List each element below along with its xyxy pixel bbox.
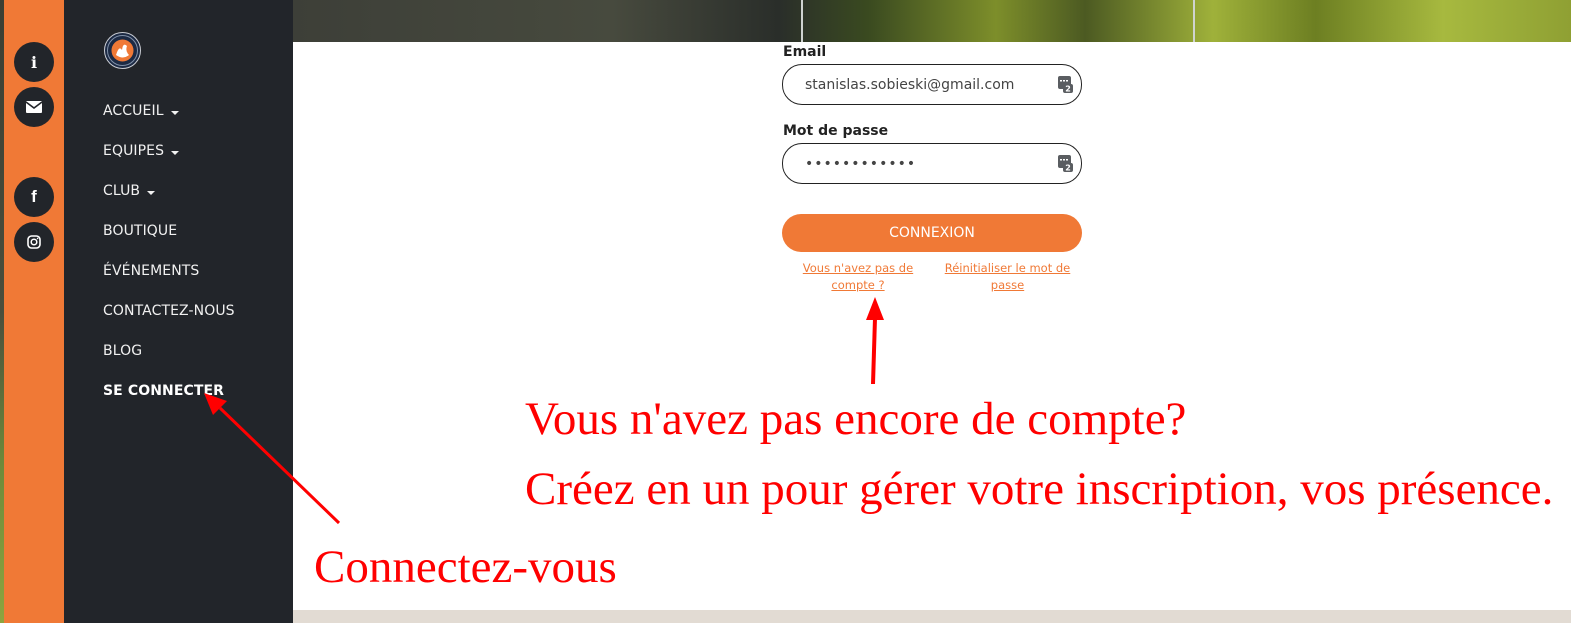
nav-label: ACCUEIL bbox=[103, 103, 164, 119]
social-rail: i f bbox=[4, 0, 64, 623]
nav-label: SE CONNECTER bbox=[103, 383, 225, 399]
instagram-icon bbox=[27, 235, 41, 249]
svg-text:2: 2 bbox=[1065, 85, 1071, 94]
nav-item-evenements[interactable]: ÉVÉNEMENTS bbox=[103, 260, 235, 300]
instagram-button[interactable] bbox=[14, 222, 54, 262]
connexion-button[interactable]: CONNEXION bbox=[782, 214, 1082, 252]
password-manager-icon[interactable]: 2 bbox=[1058, 155, 1073, 172]
email-label: Email bbox=[783, 44, 827, 60]
caret-down-icon bbox=[170, 111, 179, 115]
login-form: Email 2 Mot de passe 2 bbox=[782, 42, 1082, 184]
nav-item-blog[interactable]: BLOG bbox=[103, 340, 235, 380]
main-nav: ACCUEIL EQUIPES CLUB BOUTIQUE ÉVÉNEMENTS… bbox=[103, 100, 235, 420]
password-input[interactable] bbox=[803, 154, 1057, 173]
facebook-icon: f bbox=[31, 187, 37, 206]
annotation-connect: Connectez-vous bbox=[314, 541, 617, 593]
nav-label: ÉVÉNEMENTS bbox=[103, 263, 200, 279]
light-pole bbox=[1193, 0, 1195, 42]
password-field-wrapper: 2 bbox=[782, 143, 1082, 184]
nav-item-se-connecter[interactable]: SE CONNECTER bbox=[103, 380, 235, 420]
email-field-wrapper: 2 bbox=[782, 64, 1082, 105]
nav-label: EQUIPES bbox=[103, 143, 165, 159]
email-button[interactable] bbox=[14, 87, 54, 127]
caret-down-icon bbox=[171, 151, 180, 155]
sidebar: ACCUEIL EQUIPES CLUB BOUTIQUE ÉVÉNEMENTS… bbox=[64, 0, 293, 623]
svg-text:2: 2 bbox=[1065, 164, 1071, 173]
nav-label: CLUB bbox=[103, 183, 141, 199]
facebook-button[interactable]: f bbox=[14, 177, 54, 217]
nav-item-contactez-nous[interactable]: CONTACTEZ-NOUS bbox=[103, 300, 235, 340]
nav-label: BLOG bbox=[103, 343, 143, 359]
hero-background-photo bbox=[293, 0, 1571, 42]
password-label: Mot de passe bbox=[783, 123, 889, 139]
signup-link[interactable]: Vous n'avez pas de compte ? bbox=[797, 260, 919, 294]
nav-item-accueil[interactable]: ACCUEIL bbox=[103, 100, 235, 140]
password-manager-icon[interactable]: 2 bbox=[1058, 76, 1073, 93]
info-button[interactable]: i bbox=[14, 42, 54, 82]
envelope-icon bbox=[26, 101, 42, 113]
annotation-create-account: Créez en un pour gérer votre inscription… bbox=[525, 463, 1554, 515]
reset-password-link[interactable]: Réinitialiser le mot de passe bbox=[940, 260, 1075, 294]
footer-band bbox=[293, 610, 1571, 623]
nav-item-club[interactable]: CLUB bbox=[103, 180, 235, 220]
info-icon: i bbox=[30, 52, 38, 72]
annotation-no-account: Vous n'avez pas encore de compte? bbox=[525, 393, 1187, 445]
nav-label: BOUTIQUE bbox=[103, 223, 178, 239]
nav-item-boutique[interactable]: BOUTIQUE bbox=[103, 220, 235, 260]
nav-item-equipes[interactable]: EQUIPES bbox=[103, 140, 235, 180]
club-logo[interactable] bbox=[104, 32, 141, 69]
email-input[interactable] bbox=[803, 75, 1057, 94]
caret-down-icon bbox=[147, 191, 156, 195]
phoenix-logo-icon bbox=[107, 35, 138, 66]
nav-label: CONTACTEZ-NOUS bbox=[103, 303, 235, 319]
light-pole bbox=[801, 0, 803, 42]
